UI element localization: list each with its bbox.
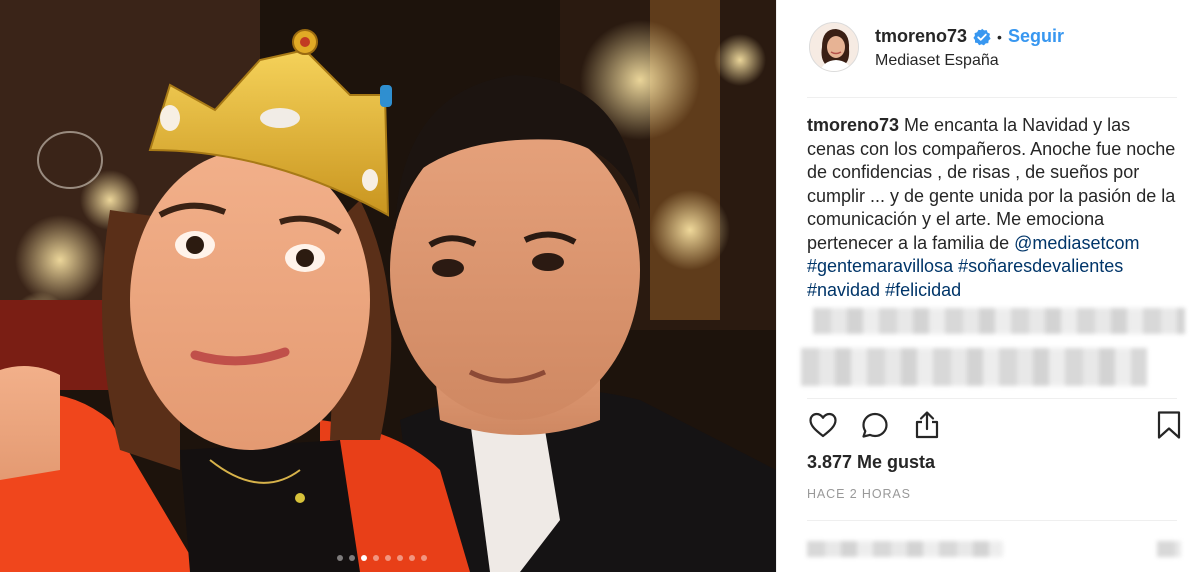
share-icon[interactable] [911, 409, 943, 441]
avatar-image [810, 23, 858, 71]
mention-link[interactable]: @mediasetcom [1014, 233, 1139, 253]
caption-username[interactable]: tmoreno73 [807, 115, 899, 135]
comment-icon[interactable] [859, 409, 891, 441]
blurred-comment-input[interactable] [807, 541, 1003, 557]
blurred-comment [813, 308, 1185, 334]
post-caption: tmoreno73 Me encanta la Navidad y las ce… [807, 114, 1183, 302]
blurred-comment [801, 348, 1147, 386]
bookmark-icon[interactable] [1153, 409, 1185, 441]
post-timestamp[interactable]: HACE 2 HORAS [807, 487, 911, 501]
blurred-post-button[interactable] [1157, 541, 1181, 557]
hashtag-link[interactable]: #soñaresdevalientes [958, 256, 1123, 276]
likes-count[interactable]: 3.877 Me gusta [807, 452, 935, 473]
carousel-dot[interactable] [337, 555, 343, 561]
carousel-dot[interactable] [421, 555, 427, 561]
carousel-indicator [337, 555, 427, 561]
verified-badge-icon [973, 28, 991, 45]
separator-dot: • [997, 28, 1002, 45]
heart-icon[interactable] [807, 409, 839, 441]
avatar[interactable] [809, 22, 859, 72]
carousel-dot[interactable] [409, 555, 415, 561]
follow-button[interactable]: Seguir [1008, 26, 1064, 47]
carousel-dot[interactable] [397, 555, 403, 561]
post-side-panel: tmoreno73 • Seguir Mediaset España tmore… [776, 0, 1200, 572]
carousel-dot[interactable] [373, 555, 379, 561]
location-link[interactable]: Mediaset España [875, 52, 999, 70]
hashtag-link[interactable]: #navidad [807, 280, 880, 300]
carousel-dot[interactable] [385, 555, 391, 561]
carousel-dot[interactable] [349, 555, 355, 561]
hashtag-link[interactable]: #felicidad [885, 280, 961, 300]
add-comment-row [807, 520, 1181, 572]
username-link[interactable]: tmoreno73 [875, 26, 967, 47]
header-user-line: tmoreno73 • Seguir [875, 26, 1064, 47]
selfie-illustration [0, 0, 776, 572]
carousel-dot-active[interactable] [361, 555, 367, 561]
post-header: tmoreno73 • Seguir Mediaset España [807, 20, 1177, 98]
post-photo[interactable] [0, 0, 776, 572]
action-bar [807, 398, 1181, 454]
hashtag-link[interactable]: #gentemaravillosa [807, 256, 953, 276]
